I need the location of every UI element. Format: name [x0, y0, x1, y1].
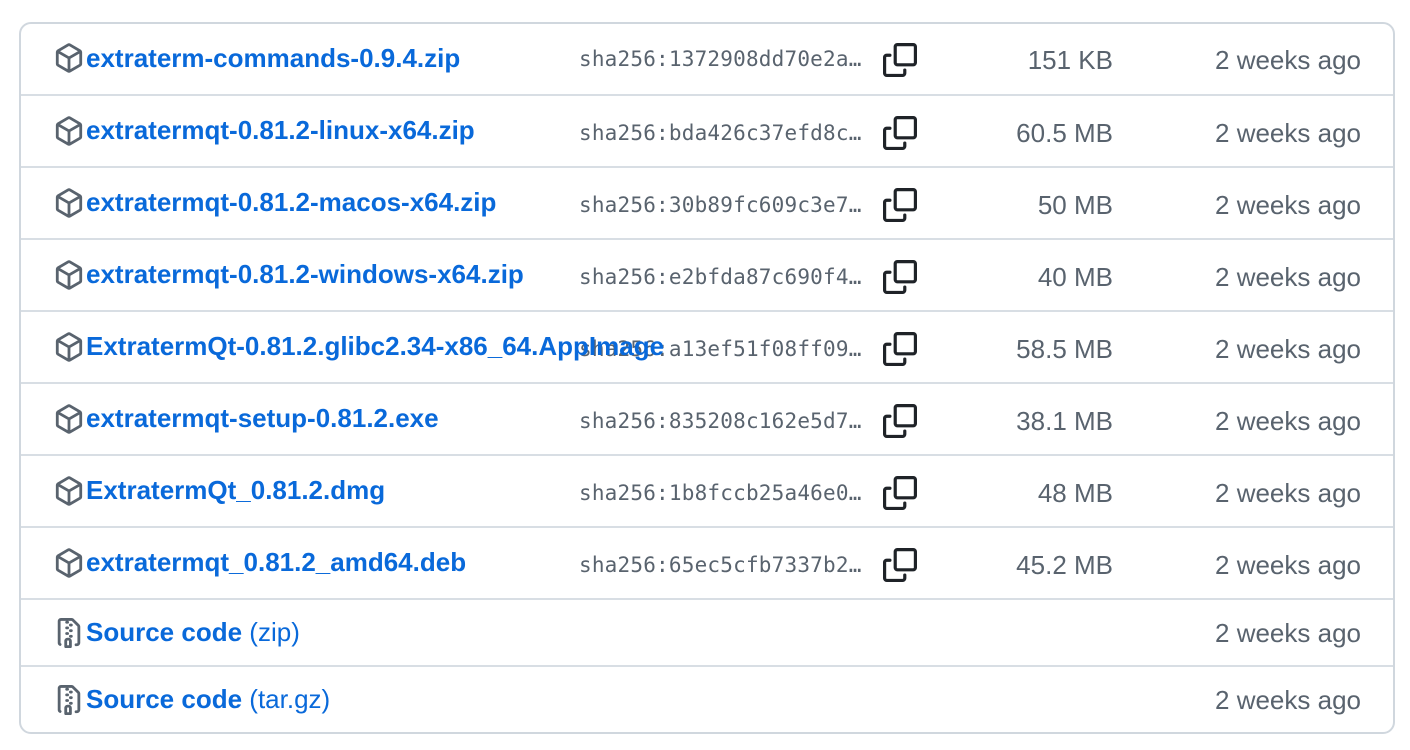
source-code-format: (zip): [249, 617, 300, 647]
asset-sha256: sha256:e2bfda87c690f4b3: [579, 265, 871, 289]
copy-icon[interactable]: [883, 188, 917, 222]
asset-row: extratermqt-0.81.2-macos-x64.zip sha256:…: [21, 166, 1393, 238]
asset-size: 48 MB: [1037, 478, 1113, 508]
asset-size: 50 MB: [1037, 190, 1113, 220]
asset-sha256: sha256:835208c162e5d7f9: [579, 409, 871, 433]
asset-size: 45.2 MB: [1016, 550, 1113, 580]
asset-timestamp: 2 weeks ago: [1215, 685, 1361, 715]
asset-sha256: sha256:1b8fccb25a46e0d1: [579, 481, 871, 505]
copy-icon[interactable]: [883, 548, 917, 582]
file-zip-icon: [54, 618, 84, 648]
copy-icon[interactable]: [883, 332, 917, 366]
asset-row: sha256:a13ef51f08ff09c2 ExtratermQt-0.81…: [21, 310, 1393, 382]
copy-icon[interactable]: [883, 43, 917, 77]
source-code-zip-link[interactable]: Source code (zip): [86, 614, 300, 650]
asset-timestamp: 2 weeks ago: [1215, 618, 1361, 648]
asset-timestamp: 2 weeks ago: [1215, 190, 1361, 220]
source-code-label: Source code: [86, 617, 243, 647]
asset-row: extratermqt-0.81.2-windows-x64.zip sha25…: [21, 238, 1393, 310]
asset-row: extratermqt_0.81.2_amd64.deb sha256:65ec…: [21, 526, 1393, 598]
source-code-targz-link[interactable]: Source code (tar.gz): [86, 681, 330, 717]
package-icon: [54, 332, 84, 362]
asset-row: ExtratermQt_0.81.2.dmg sha256:1b8fccb25a…: [21, 454, 1393, 526]
release-assets-list: extraterm-commands-0.9.4.zip sha256:1372…: [19, 22, 1395, 734]
asset-timestamp: 2 weeks ago: [1215, 550, 1361, 580]
asset-row: extratermqt-setup-0.81.2.exe sha256:8352…: [21, 382, 1393, 454]
asset-download-link[interactable]: ExtratermQt_0.81.2.dmg: [86, 472, 385, 508]
asset-download-link[interactable]: extratermqt-0.81.2-macos-x64.zip: [86, 184, 496, 220]
package-icon: [54, 43, 84, 73]
asset-timestamp: 2 weeks ago: [1215, 478, 1361, 508]
asset-timestamp: 2 weeks ago: [1215, 334, 1361, 364]
asset-timestamp: 2 weeks ago: [1215, 45, 1361, 75]
source-code-format: (tar.gz): [249, 684, 331, 714]
package-icon: [54, 116, 84, 146]
package-icon: [54, 188, 84, 218]
copy-icon[interactable]: [883, 116, 917, 150]
asset-size: 40 MB: [1037, 262, 1113, 292]
asset-download-link[interactable]: extratermqt-0.81.2-windows-x64.zip: [86, 256, 524, 292]
asset-download-link[interactable]: extratermqt-setup-0.81.2.exe: [86, 400, 439, 436]
source-code-label: Source code: [86, 684, 243, 714]
package-icon: [54, 476, 84, 506]
asset-sha256: sha256:65ec5cfb7337b2e4: [579, 553, 871, 577]
asset-download-link[interactable]: ExtratermQt-0.81.2.glibc2.34-x86_64.AppI…: [86, 328, 664, 364]
package-icon: [54, 548, 84, 578]
source-code-row: Source code (zip) 2 weeks ago: [21, 598, 1393, 665]
source-code-row: Source code (tar.gz) 2 weeks ago: [21, 665, 1393, 732]
asset-size: 151 KB: [1027, 45, 1113, 75]
package-icon: [54, 404, 84, 434]
asset-timestamp: 2 weeks ago: [1215, 118, 1361, 148]
file-zip-icon: [54, 685, 84, 715]
asset-sha256: sha256:1372908dd70e2a1f: [579, 47, 871, 71]
asset-sha256: sha256:30b89fc609c3e7aa: [579, 193, 871, 217]
asset-sha256: sha256:bda426c37efd8c21: [579, 121, 871, 145]
asset-timestamp: 2 weeks ago: [1215, 262, 1361, 292]
asset-timestamp: 2 weeks ago: [1215, 406, 1361, 436]
asset-download-link[interactable]: extraterm-commands-0.9.4.zip: [86, 40, 460, 76]
asset-size: 38.1 MB: [1016, 406, 1113, 436]
asset-size: 58.5 MB: [1016, 334, 1113, 364]
asset-size: 60.5 MB: [1016, 118, 1113, 148]
package-icon: [54, 260, 84, 290]
asset-download-link[interactable]: extratermqt_0.81.2_amd64.deb: [86, 544, 466, 580]
copy-icon[interactable]: [883, 476, 917, 510]
asset-download-link[interactable]: extratermqt-0.81.2-linux-x64.zip: [86, 112, 475, 148]
asset-row: extratermqt-0.81.2-linux-x64.zip sha256:…: [21, 94, 1393, 166]
copy-icon[interactable]: [883, 260, 917, 294]
asset-row: extraterm-commands-0.9.4.zip sha256:1372…: [21, 24, 1393, 94]
copy-icon[interactable]: [883, 404, 917, 438]
